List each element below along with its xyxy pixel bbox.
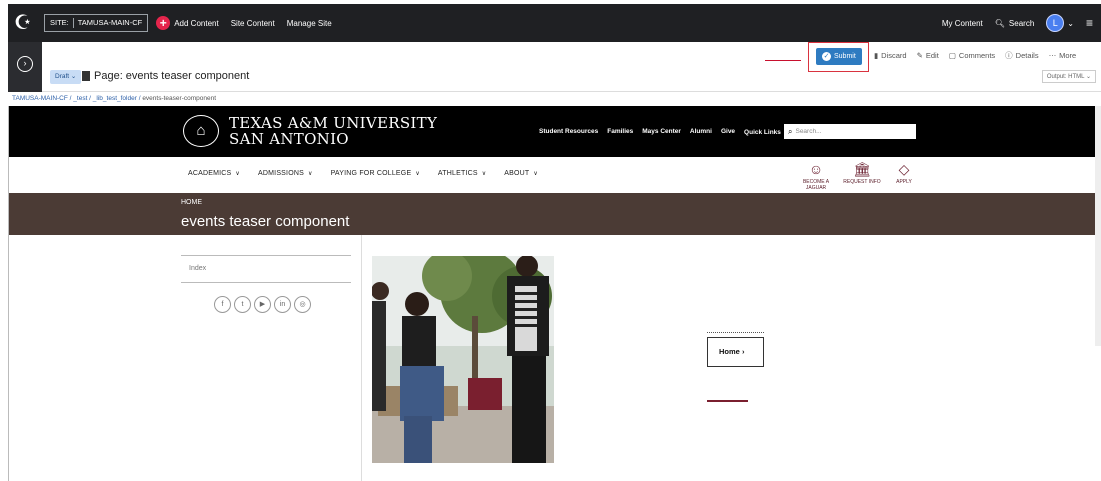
breadcrumb-item-test[interactable]: _test [73, 95, 87, 102]
page-toolbar: › Draft ⌄ Page: events teaser component … [8, 42, 1101, 92]
header-link-alumni[interactable]: Alumni [690, 128, 712, 136]
twitter-icon[interactable]: t [234, 296, 251, 313]
youtube-icon[interactable]: ▶ [254, 296, 271, 313]
info-icon: ⓘ [1005, 51, 1013, 60]
breadcrumb: TAMUSA-MAIN-CF / _test / _lib_test_folde… [8, 92, 1101, 106]
header-link-families[interactable]: Families [607, 128, 633, 136]
draft-status-dropdown[interactable]: Draft ⌄ [50, 70, 82, 84]
discard-button[interactable]: ▮ Discard [874, 50, 907, 61]
chevron-right-icon: › [741, 347, 745, 356]
chevron-down-icon: ∨ [415, 171, 420, 177]
chevron-down-icon: ∨ [235, 171, 241, 177]
search-icon: 🔍︎ [994, 18, 1005, 28]
submit-button[interactable]: ✓ Submit [816, 48, 862, 65]
nav-item-admissions[interactable]: ADMISSIONS ∨ [258, 170, 313, 177]
more-button[interactable]: ⋯ More [1049, 50, 1077, 61]
page-title: Page: events teaser component [82, 70, 249, 82]
nav-item-academics[interactable]: ACADEMICS ∨ [188, 170, 240, 177]
page-heading: events teaser component [181, 213, 350, 230]
accent-divider [707, 400, 748, 402]
linkedin-icon[interactable]: in [274, 296, 291, 313]
left-sidebar: Index f t ▶ in ◎ [9, 235, 362, 481]
nav-items: ACADEMICS ∨ ADMISSIONS ∨ PAYING FOR COLLEG… [188, 170, 538, 177]
details-button[interactable]: ⓘ Details [1005, 50, 1038, 61]
comments-button[interactable]: ▢ Comments [949, 50, 995, 61]
students-photo-graphic [372, 256, 554, 463]
my-content-link[interactable]: My Content [942, 19, 983, 28]
ellipsis-icon: ⋯ [1048, 51, 1057, 60]
chevron-down-icon: ∨ [307, 171, 313, 177]
comment-icon: ▢ [948, 51, 956, 60]
header-link-student-resources[interactable]: Student Resources [539, 128, 598, 136]
divider [181, 255, 351, 256]
search-icon: ⌕ [788, 127, 793, 136]
building-icon: 🏛︎ [853, 161, 871, 177]
manage-site-link[interactable]: Manage Site [287, 19, 332, 28]
cms-logo-icon[interactable]: ☪ [14, 12, 36, 34]
university-seal-icon[interactable]: ⌂ [183, 115, 219, 147]
nav-item-about[interactable]: ABOUT ∨ [504, 170, 538, 177]
site-label: SITE: [50, 18, 69, 27]
jaguar-icon: ☺ [808, 161, 824, 177]
university-logo-text[interactable]: TEXAS A&M UNIVERSITY SAN ANTONIO [229, 115, 437, 147]
nav-item-paying-for-college[interactable]: PAYING FOR COLLEGE ∨ [331, 170, 420, 177]
browser-frame: ☪ SITE: TAMUSA-MAIN-CF + Add Content Sit… [8, 4, 1101, 481]
annotation-arrow [765, 60, 801, 61]
home-link-button[interactable]: Home › [707, 337, 764, 367]
check-icon: ✓ [822, 52, 831, 61]
header-link-quick-links[interactable]: Quick Links ⌄ [744, 128, 788, 136]
students-photo [372, 256, 554, 463]
trash-icon: ▮ [874, 51, 879, 60]
search-button[interactable]: 🔍︎ Search [995, 19, 1035, 28]
top-right-actions: My Content 🔍︎ Search L ⌄ ≡ [942, 14, 1101, 32]
cta-become-a-jaguar[interactable]: ☺ BECOME A JAGUAR [793, 161, 839, 191]
site-name: TAMUSA-MAIN-CF [77, 18, 143, 27]
cms-top-bar: ☪ SITE: TAMUSA-MAIN-CF + Add Content Sit… [8, 4, 1101, 42]
page-title-band: HOME events teaser component [9, 193, 1101, 235]
breadcrumb-item-folder[interactable]: _lib_test_folder [93, 95, 137, 102]
toolbar-actions: ▮ Discard ✎ Edit ▢ Comments ⓘ Details ⋯ More [874, 50, 1076, 61]
add-content-button[interactable]: + Add Content [156, 16, 219, 30]
facebook-icon[interactable]: f [214, 296, 231, 313]
page-breadcrumb-home[interactable]: HOME [181, 199, 202, 206]
breadcrumb-current: events-teaser-component [142, 95, 217, 102]
panel-toggle[interactable]: › [8, 42, 42, 92]
main-navigation: ACADEMICS ∨ ADMISSIONS ∨ PAYING FOR COLLEG… [9, 157, 1101, 193]
header-link-give[interactable]: Give [721, 128, 735, 136]
site-header: ⌂ TEXAS A&M UNIVERSITY SAN ANTONIO Stude… [9, 106, 1101, 157]
social-links: f t ▶ in ◎ [214, 296, 311, 313]
divider [707, 332, 764, 333]
document-icon [82, 71, 90, 81]
plus-icon: + [156, 16, 171, 30]
site-search-input[interactable]: ⌕ Search... [784, 124, 916, 139]
page-preview: ⌂ TEXAS A&M UNIVERSITY SAN ANTONIO Stude… [8, 106, 1101, 481]
site-selector[interactable]: SITE: TAMUSA-MAIN-CF [44, 14, 149, 32]
graduation-cap-icon: ◇ [898, 161, 910, 177]
output-format-select[interactable]: Output: HTML ⌄ [1041, 70, 1096, 83]
avatar: L [1046, 14, 1065, 32]
cta-apply[interactable]: ◇ APPLY [881, 161, 927, 185]
pencil-icon: ✎ [916, 51, 923, 60]
user-menu[interactable]: L ⌄ [1046, 14, 1074, 32]
cta-request-info[interactable]: 🏛︎ REQUEST INFO [839, 161, 885, 185]
hamburger-menu-icon[interactable]: ≡ [1086, 16, 1093, 30]
breadcrumb-item-site[interactable]: TAMUSA-MAIN-CF [12, 95, 68, 102]
chevron-down-icon: ∨ [533, 171, 539, 177]
divider [181, 282, 351, 283]
site-content-link[interactable]: Site Content [231, 19, 275, 28]
nav-item-athletics[interactable]: ATHLETICS ∨ [438, 170, 486, 177]
chevron-down-icon: ⌄ [1067, 18, 1074, 28]
chevron-right-circle-icon: › [17, 56, 33, 72]
header-links: Student Resources Families Mays Center A… [539, 128, 788, 136]
header-link-mays-center[interactable]: Mays Center [642, 128, 681, 136]
instagram-icon[interactable]: ◎ [294, 296, 311, 313]
edit-button[interactable]: ✎ Edit [917, 50, 939, 61]
vertical-scrollbar[interactable] [1095, 106, 1101, 346]
chevron-down-icon: ∨ [481, 171, 487, 177]
sidebar-item-index[interactable]: Index [189, 265, 206, 272]
